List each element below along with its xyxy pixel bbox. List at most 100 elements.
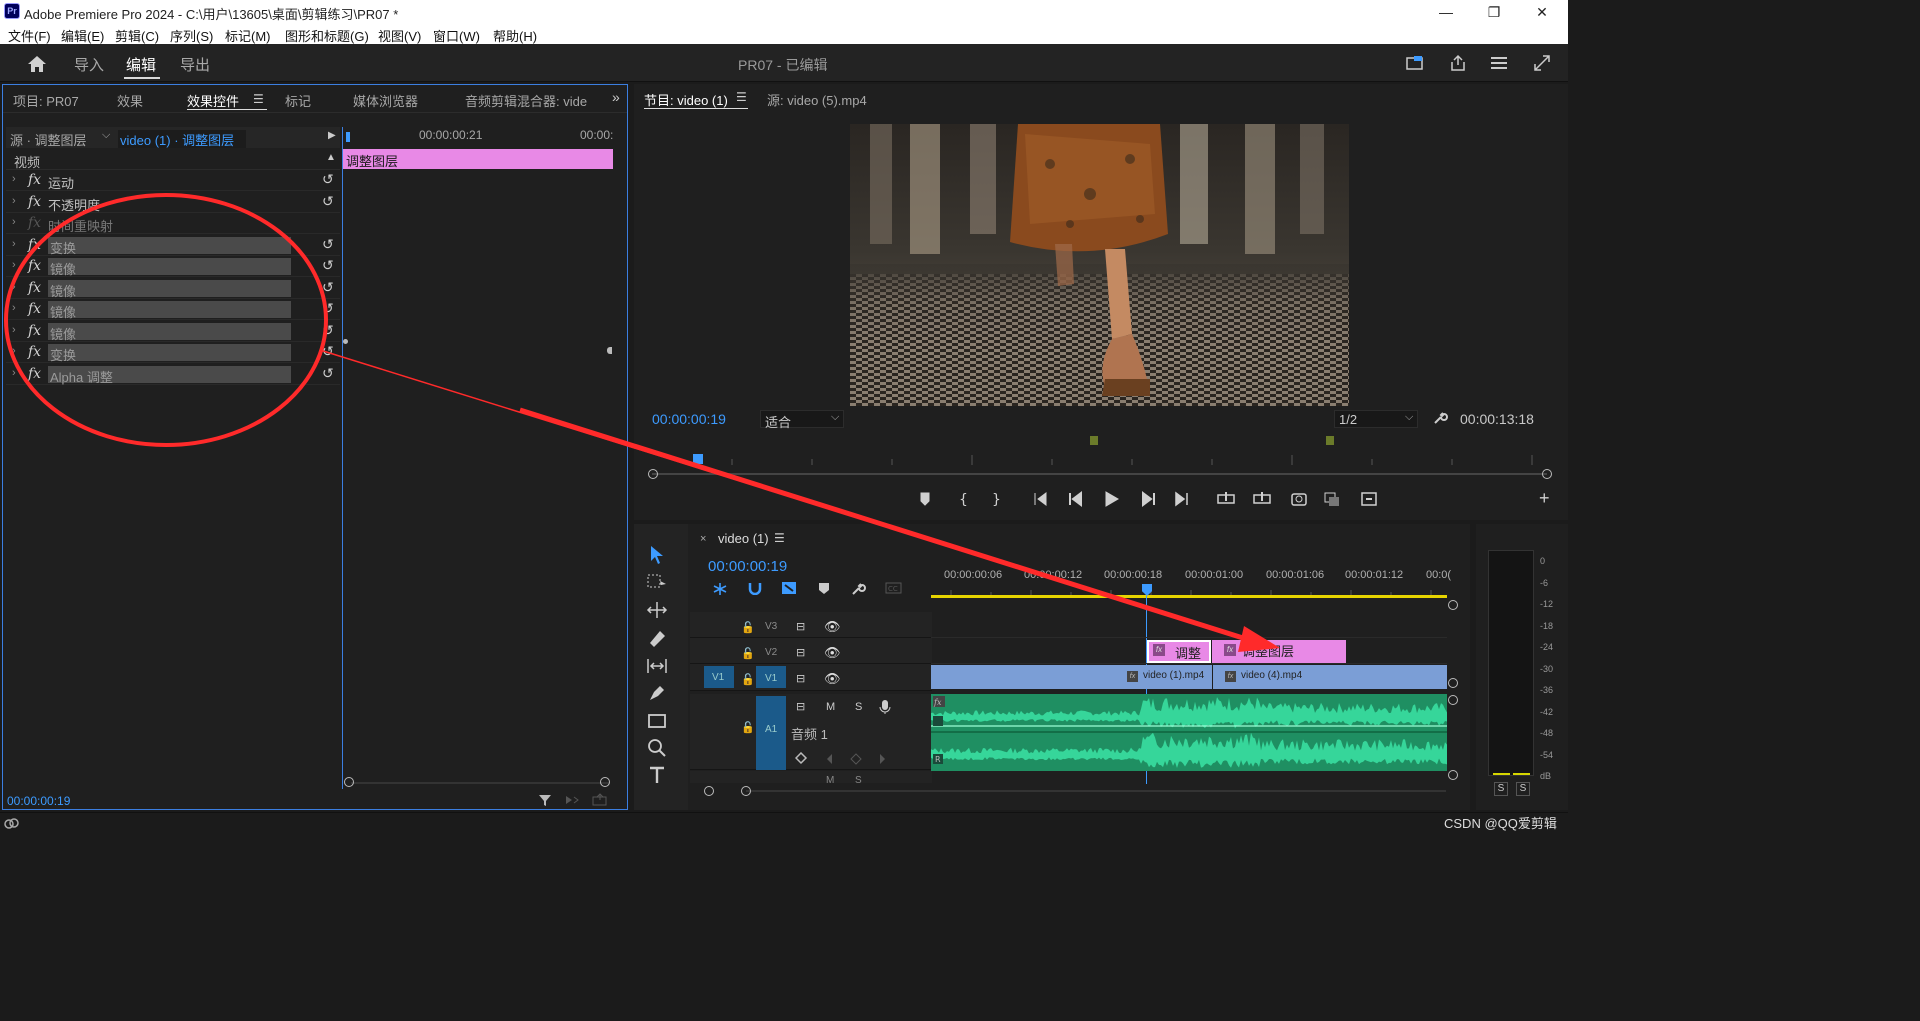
adjustment-layer-clip-selected[interactable]: fx 调整: [1147, 640, 1211, 663]
menu-sequence[interactable]: 序列(S): [170, 26, 213, 45]
collapse-icon[interactable]: ▲: [326, 152, 336, 163]
track-lock-icon[interactable]: 🔓: [741, 647, 755, 660]
effect-row[interactable]: › fx 镜像 ↺: [6, 256, 340, 277]
scroll-handle-right[interactable]: [600, 777, 610, 787]
razor-tool-icon[interactable]: [646, 627, 668, 649]
ripple-edit-tool-icon[interactable]: [646, 599, 668, 621]
fx-toggle-icon[interactable]: fx: [28, 323, 41, 339]
effect-row[interactable]: › fx Alpha 调整 ↺: [6, 364, 340, 385]
toggle-output-eye-icon[interactable]: 👁: [824, 619, 841, 635]
fx-toggle-icon[interactable]: fx: [28, 215, 41, 231]
tab-audio-clip-mixer[interactable]: 音频剪辑混合器: vide: [465, 91, 589, 110]
effect-row[interactable]: › fx 时间重映射: [6, 213, 340, 234]
fx-toggle-icon[interactable]: fx: [28, 366, 41, 382]
maximize-button[interactable]: ❐: [1474, 2, 1514, 22]
track-select-tool-icon[interactable]: [646, 571, 668, 593]
reset-effect-icon[interactable]: ↺: [322, 300, 334, 317]
sync-lock-icon[interactable]: ⊟: [796, 672, 805, 685]
quick-export-icon[interactable]: [1406, 55, 1424, 71]
tab-program-monitor[interactable]: 节目: video (1): [644, 90, 728, 109]
video-section-header[interactable]: 视频 ▲: [6, 149, 340, 170]
effect-name-field[interactable]: 镜像: [48, 301, 291, 320]
timeline-ruler[interactable]: [931, 584, 1447, 596]
fullscreen-icon[interactable]: [1533, 54, 1551, 72]
video-preview[interactable]: [850, 124, 1349, 406]
share-icon[interactable]: [1449, 54, 1467, 72]
track-lock-icon[interactable]: 🔓: [741, 621, 755, 634]
keyframe-end-marker[interactable]: [607, 347, 612, 354]
scroll-handle-left[interactable]: [704, 786, 714, 796]
effect-row[interactable]: › fx 变换 ↺: [6, 235, 340, 256]
panel-menu-icon[interactable]: ☰: [253, 92, 264, 106]
tab-markers[interactable]: 标记: [285, 91, 311, 110]
program-timecode[interactable]: 00:00:00:19: [652, 411, 726, 427]
expand-chevron-icon[interactable]: ›: [12, 195, 16, 207]
mini-playhead[interactable]: [346, 132, 350, 142]
keyframe-toggle-icon[interactable]: [795, 752, 809, 766]
reset-effect-icon[interactable]: ↺: [322, 322, 334, 339]
effect-name-field[interactable]: 镜像: [48, 258, 291, 277]
pen-tool-icon[interactable]: [646, 682, 668, 704]
menu-window[interactable]: 窗口(W): [433, 26, 480, 45]
workspaces-icon[interactable]: [1490, 55, 1508, 71]
timeline-zoom-scrollbar[interactable]: [746, 790, 1446, 792]
reset-effect-icon[interactable]: ↺: [322, 236, 334, 253]
panel-menu-icon[interactable]: ☰: [774, 531, 785, 545]
expand-chevron-icon[interactable]: ›: [12, 302, 16, 314]
fx-toggle-icon[interactable]: fx: [28, 301, 41, 317]
close-sequence-icon[interactable]: ×: [700, 533, 706, 545]
tab-edit[interactable]: 编辑: [126, 54, 156, 75]
audio-clip[interactable]: fx R: [931, 694, 1447, 771]
expand-chevron-icon[interactable]: ›: [12, 238, 16, 250]
effect-name-field[interactable]: 变换: [48, 344, 291, 363]
expand-chevron-icon[interactable]: ›: [12, 345, 16, 357]
mute-button[interactable]: M: [826, 775, 834, 786]
timeline-settings-icon[interactable]: [851, 581, 866, 596]
effect-row[interactable]: › fx 镜像 ↺: [6, 299, 340, 320]
effect-row[interactable]: › fx 不透明度 ↺: [6, 192, 340, 213]
track-lane-v3[interactable]: [931, 612, 1447, 638]
chevron-down-icon[interactable]: ⌵: [102, 129, 110, 142]
menu-graphics[interactable]: 图形和标题(G): [285, 26, 369, 45]
reset-effect-icon[interactable]: ↺: [322, 365, 334, 382]
marker-icon[interactable]: [1326, 436, 1334, 445]
effect-controls-timecode[interactable]: 00:00:00:19: [7, 794, 70, 808]
mute-button[interactable]: M: [826, 701, 835, 713]
video-clip-1[interactable]: fx video (1).mp4: [931, 665, 1212, 689]
mini-timeline-scrollbar[interactable]: [351, 782, 609, 784]
solo-button[interactable]: S: [855, 775, 862, 786]
expand-chevron-icon[interactable]: ›: [12, 216, 16, 228]
minimize-button[interactable]: —: [1426, 2, 1466, 22]
close-button[interactable]: ✕: [1522, 2, 1562, 22]
tab-media-browser[interactable]: 媒体浏览器: [353, 91, 418, 110]
menu-edit[interactable]: 编辑(E): [61, 26, 104, 45]
fx-toggle-icon[interactable]: fx: [28, 172, 41, 188]
expand-chevron-icon[interactable]: ›: [12, 367, 16, 379]
selection-tool-icon[interactable]: [646, 544, 668, 566]
export-frame-icon[interactable]: [592, 793, 608, 806]
slip-tool-icon[interactable]: [646, 655, 668, 677]
effect-name-field[interactable]: 镜像: [48, 323, 291, 342]
toggle-output-eye-icon[interactable]: 👁: [824, 671, 841, 687]
wrench-icon[interactable]: [1432, 410, 1448, 426]
fx-toggle-icon[interactable]: fx: [28, 258, 41, 274]
tab-effects[interactable]: 效果: [117, 91, 143, 110]
sync-lock-icon[interactable]: ⊟: [796, 700, 805, 713]
reset-effect-icon[interactable]: ↺: [322, 257, 334, 274]
adjustment-layer-clip[interactable]: fx 调整图层: [1212, 640, 1346, 663]
more-tabs-icon[interactable]: »: [612, 89, 620, 105]
source-patch-v1[interactable]: V1: [704, 666, 734, 688]
voiceover-mic-icon[interactable]: [879, 699, 891, 715]
v-scroll-handle-top[interactable]: [1448, 600, 1458, 610]
play-only-audio-icon[interactable]: [564, 794, 580, 806]
fx-toggle-icon[interactable]: fx: [28, 194, 41, 210]
menu-file[interactable]: 文件(F): [8, 26, 51, 45]
track-lock-icon[interactable]: 🔓: [741, 721, 755, 734]
tab-effect-controls[interactable]: 效果控件: [187, 91, 239, 110]
play-triangle-icon[interactable]: ▶: [328, 130, 336, 141]
timeline-timecode[interactable]: 00:00:00:19: [708, 558, 787, 575]
zoom-tool-icon[interactable]: [646, 737, 668, 759]
fx-toggle-icon[interactable]: fx: [28, 280, 41, 296]
v-scroll-handle-bottom[interactable]: [1448, 678, 1458, 688]
expand-chevron-icon[interactable]: ›: [12, 324, 16, 336]
